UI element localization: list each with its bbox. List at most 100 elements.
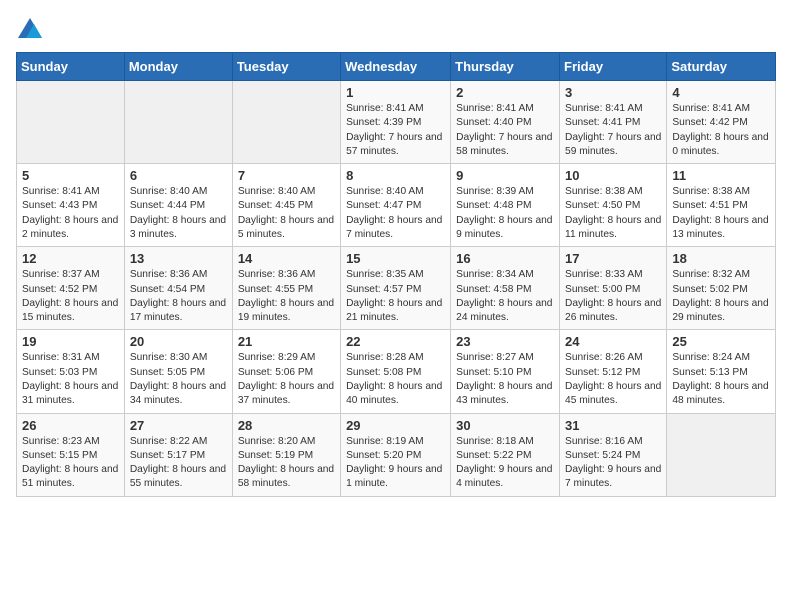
day-number: 30	[456, 418, 554, 433]
weekday-header-saturday: Saturday	[667, 53, 776, 81]
day-number: 17	[565, 251, 661, 266]
day-info: Sunrise: 8:41 AM Sunset: 4:42 PM Dayligh…	[672, 102, 770, 159]
day-info: Sunrise: 8:32 AM Sunset: 5:02 PM Dayligh…	[672, 268, 770, 325]
day-number: 7	[238, 168, 335, 183]
calendar-cell: 13 Sunrise: 8:36 AM Sunset: 4:54 PM Dayli…	[124, 247, 232, 330]
page-header	[16, 16, 776, 44]
calendar-cell: 11 Sunrise: 8:38 AM Sunset: 4:51 PM Dayli…	[667, 164, 776, 247]
calendar-week-4: 19Sunrise: 8:31 AM Sunset: 5:03 PM Dayli…	[17, 330, 776, 413]
calendar-cell: 30 Sunrise: 8:18 AM Sunset: 5:22 PM Dayli…	[451, 413, 560, 496]
day-number: 4	[672, 85, 770, 100]
day-number: 3	[565, 85, 661, 100]
day-info: Sunrise: 8:24 AM Sunset: 5:13 PM Dayligh…	[672, 351, 770, 408]
day-number: 12	[22, 251, 119, 266]
day-number: 15	[346, 251, 445, 266]
calendar-cell: 29 Sunrise: 8:19 AM Sunset: 5:20 PM Dayli…	[341, 413, 451, 496]
day-info: Sunrise: 8:16 AM Sunset: 5:24 PM Dayligh…	[565, 435, 661, 492]
day-info: Sunrise: 8:35 AM Sunset: 4:57 PM Dayligh…	[346, 268, 445, 325]
day-number: 10	[565, 168, 661, 183]
logo-icon	[16, 16, 44, 44]
calendar-cell: 5 Sunrise: 8:41 AM Sunset: 4:43 PM Daylig…	[17, 164, 125, 247]
day-number: 22	[346, 334, 445, 349]
day-number: 1	[346, 85, 445, 100]
day-number: 28	[238, 418, 335, 433]
day-number: 31	[565, 418, 661, 433]
calendar-cell: 9 Sunrise: 8:39 AM Sunset: 4:48 PM Daylig…	[451, 164, 560, 247]
calendar-cell	[124, 81, 232, 164]
calendar-cell	[232, 81, 340, 164]
calendar-cell: 2 Sunrise: 8:41 AM Sunset: 4:40 PM Daylig…	[451, 81, 560, 164]
calendar-cell: 22Sunrise: 8:28 AM Sunset: 5:08 PM Dayli…	[341, 330, 451, 413]
weekday-header-thursday: Thursday	[451, 53, 560, 81]
day-number: 8	[346, 168, 445, 183]
day-info: Sunrise: 8:41 AM Sunset: 4:43 PM Dayligh…	[22, 185, 119, 242]
day-number: 19	[22, 334, 119, 349]
day-number: 5	[22, 168, 119, 183]
day-number: 18	[672, 251, 770, 266]
calendar-cell: 12 Sunrise: 8:37 AM Sunset: 4:52 PM Dayli…	[17, 247, 125, 330]
calendar-cell: 16Sunrise: 8:34 AM Sunset: 4:58 PM Dayli…	[451, 247, 560, 330]
day-number: 29	[346, 418, 445, 433]
day-info: Sunrise: 8:18 AM Sunset: 5:22 PM Dayligh…	[456, 435, 554, 492]
calendar-cell: 4 Sunrise: 8:41 AM Sunset: 4:42 PM Daylig…	[667, 81, 776, 164]
day-number: 11	[672, 168, 770, 183]
day-info: Sunrise: 8:36 AM Sunset: 4:54 PM Dayligh…	[130, 268, 227, 325]
calendar-cell: 14Sunrise: 8:36 AM Sunset: 4:55 PM Dayli…	[232, 247, 340, 330]
day-number: 6	[130, 168, 227, 183]
day-info: Sunrise: 8:41 AM Sunset: 4:41 PM Dayligh…	[565, 102, 661, 159]
day-info: Sunrise: 8:33 AM Sunset: 5:00 PM Dayligh…	[565, 268, 661, 325]
calendar-cell: 21Sunrise: 8:29 AM Sunset: 5:06 PM Dayli…	[232, 330, 340, 413]
day-info: Sunrise: 8:38 AM Sunset: 4:50 PM Dayligh…	[565, 185, 661, 242]
calendar-cell: 7Sunrise: 8:40 AM Sunset: 4:45 PM Daylig…	[232, 164, 340, 247]
calendar-cell: 8 Sunrise: 8:40 AM Sunset: 4:47 PM Daylig…	[341, 164, 451, 247]
calendar-cell	[17, 81, 125, 164]
day-number: 24	[565, 334, 661, 349]
day-number: 21	[238, 334, 335, 349]
weekday-header-wednesday: Wednesday	[341, 53, 451, 81]
calendar-week-5: 26 Sunrise: 8:23 AM Sunset: 5:15 PM Dayli…	[17, 413, 776, 496]
calendar-cell: 10 Sunrise: 8:38 AM Sunset: 4:50 PM Dayli…	[560, 164, 667, 247]
calendar-cell: 27 Sunrise: 8:22 AM Sunset: 5:17 PM Dayli…	[124, 413, 232, 496]
calendar-week-3: 12 Sunrise: 8:37 AM Sunset: 4:52 PM Dayli…	[17, 247, 776, 330]
day-info: Sunrise: 8:26 AM Sunset: 5:12 PM Dayligh…	[565, 351, 661, 408]
weekday-row: SundayMondayTuesdayWednesdayThursdayFrid…	[17, 53, 776, 81]
day-number: 9	[456, 168, 554, 183]
weekday-header-sunday: Sunday	[17, 53, 125, 81]
day-number: 23	[456, 334, 554, 349]
day-info: Sunrise: 8:27 AM Sunset: 5:10 PM Dayligh…	[456, 351, 554, 408]
day-info: Sunrise: 8:39 AM Sunset: 4:48 PM Dayligh…	[456, 185, 554, 242]
day-info: Sunrise: 8:40 AM Sunset: 4:47 PM Dayligh…	[346, 185, 445, 242]
day-number: 27	[130, 418, 227, 433]
calendar-table: SundayMondayTuesdayWednesdayThursdayFrid…	[16, 52, 776, 497]
day-info: Sunrise: 8:40 AM Sunset: 4:44 PM Dayligh…	[130, 185, 227, 242]
calendar-cell: 19Sunrise: 8:31 AM Sunset: 5:03 PM Dayli…	[17, 330, 125, 413]
calendar-cell: 15 Sunrise: 8:35 AM Sunset: 4:57 PM Dayli…	[341, 247, 451, 330]
calendar-header: SundayMondayTuesdayWednesdayThursdayFrid…	[17, 53, 776, 81]
calendar-cell: 20Sunrise: 8:30 AM Sunset: 5:05 PM Dayli…	[124, 330, 232, 413]
calendar-cell: 24 Sunrise: 8:26 AM Sunset: 5:12 PM Dayli…	[560, 330, 667, 413]
day-info: Sunrise: 8:22 AM Sunset: 5:17 PM Dayligh…	[130, 435, 227, 492]
day-info: Sunrise: 8:23 AM Sunset: 5:15 PM Dayligh…	[22, 435, 119, 492]
weekday-header-monday: Monday	[124, 53, 232, 81]
calendar-cell: 23 Sunrise: 8:27 AM Sunset: 5:10 PM Dayli…	[451, 330, 560, 413]
calendar-cell: 26 Sunrise: 8:23 AM Sunset: 5:15 PM Dayli…	[17, 413, 125, 496]
day-info: Sunrise: 8:30 AM Sunset: 5:05 PM Dayligh…	[130, 351, 227, 408]
day-number: 26	[22, 418, 119, 433]
calendar-cell: 6 Sunrise: 8:40 AM Sunset: 4:44 PM Daylig…	[124, 164, 232, 247]
calendar-week-1: 1Sunrise: 8:41 AM Sunset: 4:39 PM Daylig…	[17, 81, 776, 164]
day-info: Sunrise: 8:38 AM Sunset: 4:51 PM Dayligh…	[672, 185, 770, 242]
day-number: 13	[130, 251, 227, 266]
day-number: 16	[456, 251, 554, 266]
calendar-cell: 31 Sunrise: 8:16 AM Sunset: 5:24 PM Dayli…	[560, 413, 667, 496]
calendar-cell: 1Sunrise: 8:41 AM Sunset: 4:39 PM Daylig…	[341, 81, 451, 164]
logo	[16, 16, 48, 44]
day-info: Sunrise: 8:19 AM Sunset: 5:20 PM Dayligh…	[346, 435, 445, 492]
day-info: Sunrise: 8:20 AM Sunset: 5:19 PM Dayligh…	[238, 435, 335, 492]
calendar-body: 1Sunrise: 8:41 AM Sunset: 4:39 PM Daylig…	[17, 81, 776, 497]
day-info: Sunrise: 8:41 AM Sunset: 4:40 PM Dayligh…	[456, 102, 554, 159]
calendar-cell: 28 Sunrise: 8:20 AM Sunset: 5:19 PM Dayli…	[232, 413, 340, 496]
day-info: Sunrise: 8:37 AM Sunset: 4:52 PM Dayligh…	[22, 268, 119, 325]
day-number: 14	[238, 251, 335, 266]
day-number: 25	[672, 334, 770, 349]
day-number: 2	[456, 85, 554, 100]
